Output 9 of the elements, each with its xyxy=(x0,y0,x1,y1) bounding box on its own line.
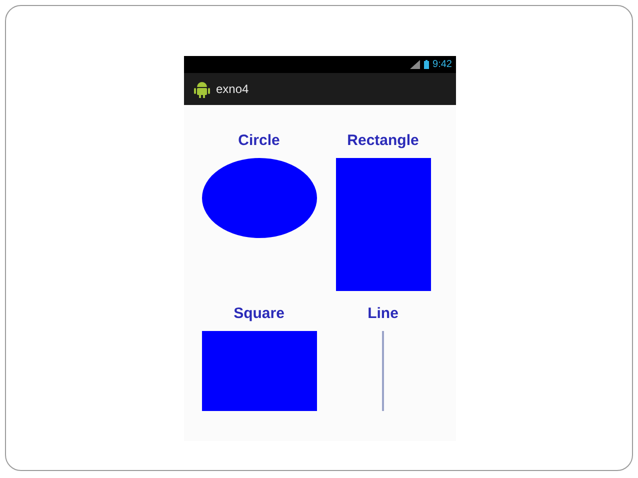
shape-label: Rectangle xyxy=(347,132,419,150)
app-title: exno4 xyxy=(216,81,249,98)
shape-label: Square xyxy=(234,305,284,323)
signal-icon xyxy=(410,60,420,69)
robot-icon xyxy=(194,80,210,98)
shape-label: Line xyxy=(368,305,398,323)
battery-icon xyxy=(424,60,429,69)
status-time: 9:42 xyxy=(432,60,452,70)
shape-label: Circle xyxy=(238,132,280,150)
